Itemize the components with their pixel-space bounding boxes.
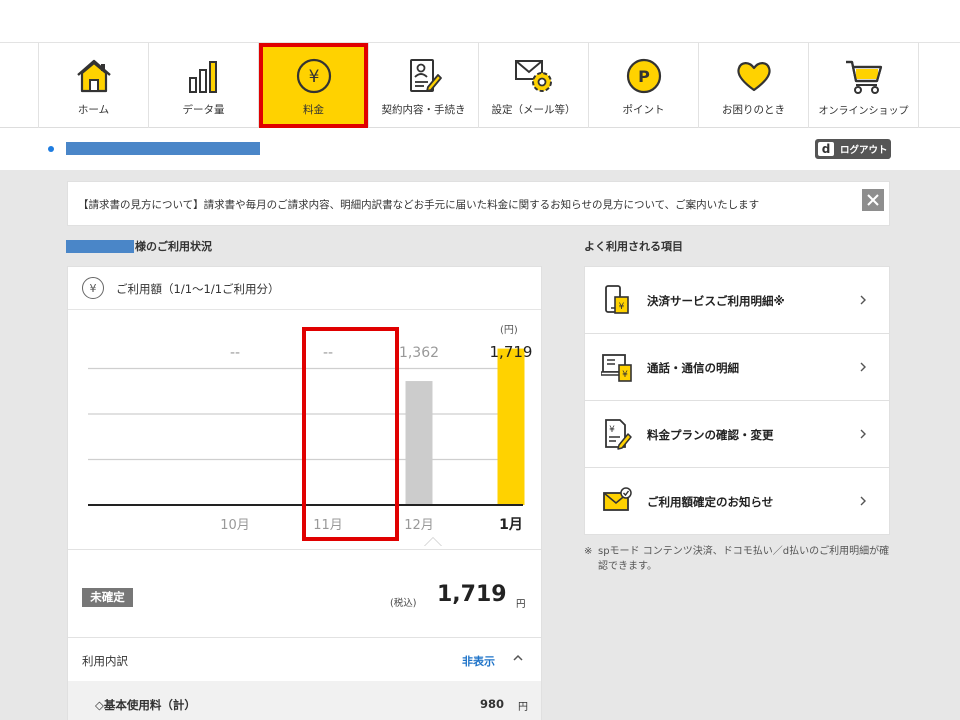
redacted-user-name [66, 142, 260, 155]
point-icon: P [623, 55, 665, 97]
nav-label-shop: オンラインショップ [818, 106, 909, 117]
logout-label: ログアウト [840, 145, 888, 156]
account-bar: d ログアウト [0, 128, 960, 170]
yen-icon: ¥ [293, 55, 335, 97]
usage-heading: 様のご利用状況 [66, 238, 212, 254]
bar-3 [497, 348, 525, 505]
chevron-right-icon [860, 429, 866, 439]
bar-value-label: 1,719 [490, 343, 533, 361]
frequent-item-confirm-notice[interactable]: ご利用額確定のお知らせ [584, 467, 890, 535]
base-fee-label: ◇基本使用料（計） [95, 698, 196, 712]
footnote: ※ spモード コンテンツ決済、ドコモ払い／d払いのご利用明細が確認できます。 [584, 544, 890, 574]
svg-text:P: P [638, 67, 650, 86]
total-unit: 円 [516, 599, 526, 610]
base-fee-row: ◇基本使用料（計） 980 円 [68, 681, 541, 720]
frequent-item-plan[interactable]: ¥ 料金プランの確認・変更 [584, 400, 890, 467]
breakdown-label: 利用内訳 [82, 654, 128, 668]
frequent-item-label: 決済サービスご利用明細※ [647, 294, 785, 308]
nav-label-point: ポイント [622, 104, 665, 116]
base-fee-value: 980 [480, 697, 505, 711]
top-blank-bar [0, 0, 960, 43]
usage-period: ご利用額（1/1〜1/1ご利用分） [116, 282, 280, 296]
home-icon [73, 55, 115, 97]
notice-mail-icon [603, 487, 632, 511]
divider [68, 549, 541, 550]
frequent-item-payment[interactable]: ¥ 決済サービスご利用明細※ [584, 266, 890, 333]
payment-phone-icon: ¥ [605, 285, 629, 314]
nav-item-settings[interactable]: 設定（メール等） [479, 43, 589, 128]
d-logo-icon: d [818, 142, 834, 156]
bar-chart-icon [183, 55, 225, 97]
nav-label-contract: 契約内容・手続き [381, 104, 466, 116]
frequent-item-label: 通話・通信の明細 [647, 361, 739, 375]
frequent-item-call-detail[interactable]: ¥ 通話・通信の明細 [584, 333, 890, 400]
bar-value-label: -- [230, 345, 240, 361]
yen-circle-icon: ¥ [82, 277, 104, 299]
nav-item-contract[interactable]: 契約内容・手続き [369, 43, 479, 128]
nav-label-fee: 料金 [303, 104, 324, 116]
divider [68, 637, 541, 638]
svg-text:¥: ¥ [308, 67, 319, 87]
contract-icon [403, 55, 445, 97]
base-fee-unit: 円 [518, 702, 528, 713]
bar-2 [405, 381, 433, 505]
frequent-item-label: 料金プランの確認・変更 [647, 428, 774, 442]
close-icon[interactable] [862, 189, 884, 211]
nav-label-help: お困りのとき [722, 104, 785, 116]
footnote-text: spモード コンテンツ決済、ドコモ払い／d払いのご利用明細が確認できます。 [598, 546, 890, 572]
notice-text[interactable]: 【請求書の見方について】請求書や毎月のご請求内容、明細内訳書などお手元に届いた料… [78, 197, 759, 212]
nav-item-point[interactable]: P ポイント [589, 43, 699, 128]
selected-month-caret [424, 537, 442, 546]
nav-label-data: データ量 [182, 104, 225, 116]
hide-breakdown-toggle[interactable]: 非表示 [462, 653, 495, 669]
usage-heading-text: 様のご利用状況 [135, 240, 212, 253]
settings-mail-icon [513, 55, 555, 97]
footnote-mark: ※ [584, 546, 593, 557]
monthly-usage-chart: (円) -- -- 1,362 1,719 10月 11月 12月 1月 [68, 311, 541, 546]
usage-card: ¥ ご利用額（1/1〜1/1ご利用分） (円) -- -- 1,362 1,719 10… [67, 266, 542, 720]
chevron-up-icon[interactable] [511, 651, 525, 665]
month-label: 12月 [404, 518, 434, 533]
chevron-right-icon [860, 362, 866, 372]
nav-item-shop[interactable]: オンラインショップ [809, 43, 919, 128]
month-label: 10月 [220, 518, 250, 533]
highlight-box [302, 327, 399, 541]
nav-item-home[interactable]: ホーム [39, 43, 149, 128]
nav-item-help[interactable]: お困りのとき [699, 43, 809, 128]
notice-banner[interactable]: 【請求書の見方について】請求書や毎月のご請求内容、明細内訳書などお手元に届いた料… [67, 181, 890, 226]
chevron-right-icon [860, 295, 866, 305]
frequent-heading: よく利用される項目 [584, 240, 683, 253]
status-badge: 未確定 [82, 588, 133, 607]
logout-button[interactable]: d ログアウト [815, 139, 891, 159]
frequent-list: ¥ 決済サービスご利用明細※ ¥ 通話・通信の明細 ¥ 料金プランの確認・変更 [584, 266, 890, 535]
redacted-customer-name [66, 239, 134, 253]
svg-text:¥: ¥ [609, 425, 615, 435]
bar-value-label: 1,362 [399, 345, 439, 361]
nav-label-home: ホーム [77, 104, 110, 116]
bullet-dot [48, 146, 54, 152]
usage-card-header: ¥ ご利用額（1/1〜1/1ご利用分） [68, 267, 541, 310]
month-label: 1月 [499, 517, 523, 533]
svg-text:¥: ¥ [619, 302, 625, 312]
call-detail-icon: ¥ [601, 354, 632, 382]
tax-label: (税込) [390, 598, 417, 609]
svg-text:¥: ¥ [622, 370, 628, 380]
heart-icon [733, 55, 775, 97]
nav-label-settings: 設定（メール等） [491, 104, 576, 116]
chevron-right-icon [860, 496, 866, 506]
frequent-item-label: ご利用額確定のお知らせ [647, 495, 774, 509]
global-nav: ホーム データ量 ¥ 料金 契約内容・手続き 設定（メール等） P ポイント お… [0, 43, 960, 128]
nav-item-fee[interactable]: ¥ 料金 [259, 43, 369, 128]
cart-icon [843, 55, 885, 97]
plan-document-icon: ¥ [605, 419, 632, 450]
nav-item-data[interactable]: データ量 [149, 43, 259, 128]
total-amount: 1,719 [437, 582, 507, 607]
